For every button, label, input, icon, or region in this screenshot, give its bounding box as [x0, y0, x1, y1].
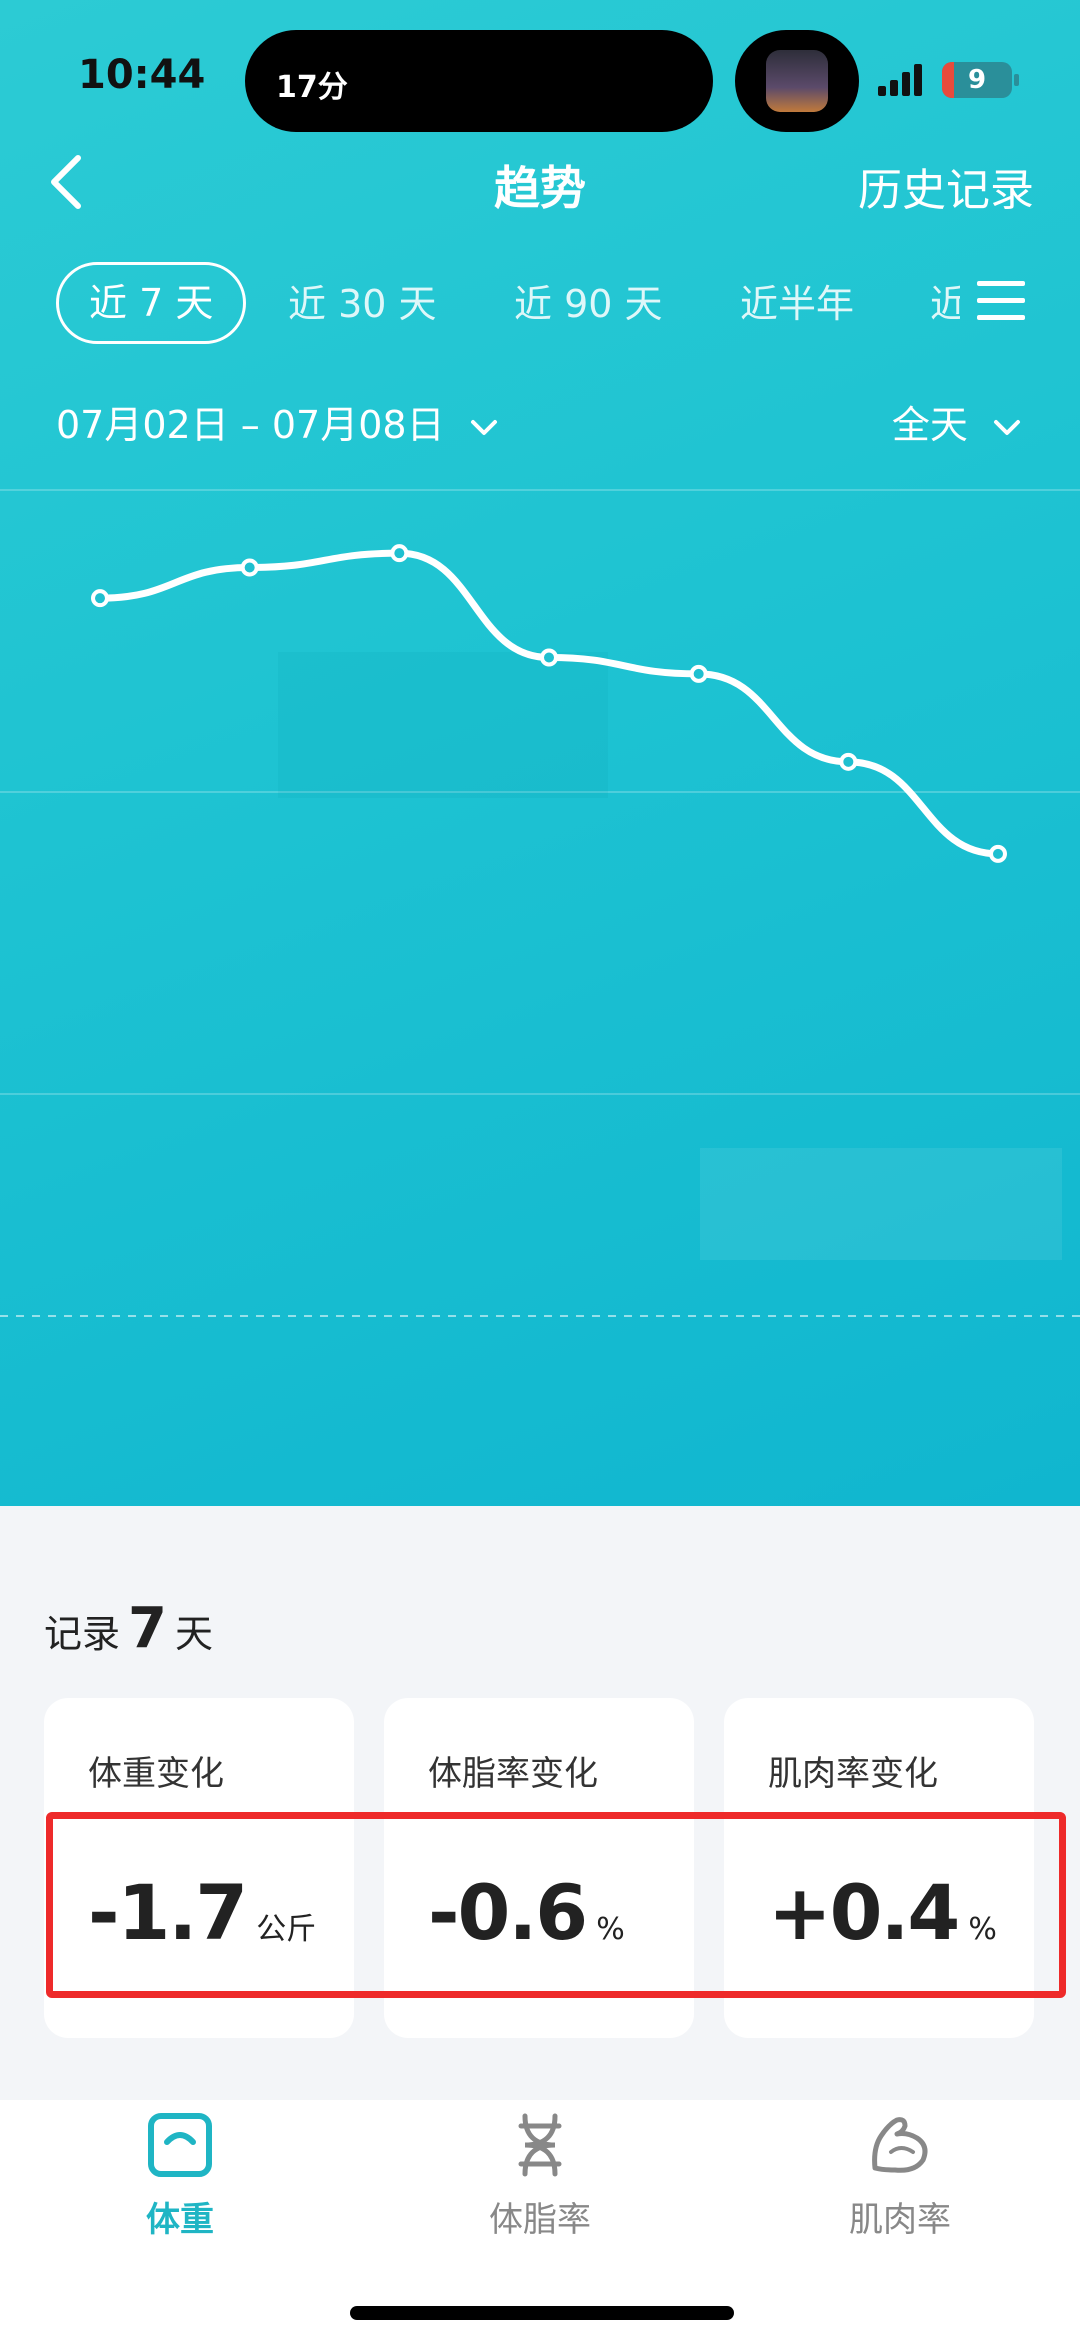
signal-icon [878, 64, 922, 96]
live-activity-thumbnail [766, 50, 828, 112]
card-label: 肌肉率变化 [768, 1754, 938, 1794]
status-time: 10:44 [78, 52, 206, 98]
data-point[interactable] [240, 558, 259, 577]
battery-level: 9 [967, 65, 987, 95]
tab-half-year[interactable]: 近半年 [740, 264, 854, 344]
scale-icon [148, 2113, 212, 2177]
chevron-down-icon [994, 419, 1020, 435]
nav-body-fat[interactable]: 体脂率 [440, 2112, 640, 2241]
menu-icon[interactable] [975, 275, 1027, 327]
redacted-area [278, 652, 608, 798]
time-filter-selector[interactable]: 全天 [892, 394, 1022, 449]
record-days-count: 7 [128, 1596, 167, 1661]
nav-weight-label: 体重 [146, 2200, 214, 2240]
tab-30-days[interactable]: 近 30 天 [288, 264, 437, 344]
tab-7-days[interactable]: 近 7 天 [56, 262, 247, 344]
nav-muscle[interactable]: 肌肉率 [800, 2112, 1000, 2241]
nav-body-fat-label: 体脂率 [489, 2200, 591, 2240]
nav-weight[interactable]: 体重 [80, 2112, 280, 2241]
battery-tip [1014, 74, 1019, 86]
red-highlight-annotation [46, 1812, 1066, 1998]
muscle-icon [872, 2117, 928, 2173]
record-days-summary: 记录 7 天 [44, 1596, 213, 1661]
data-point[interactable] [689, 664, 708, 683]
chevron-down-icon [470, 419, 497, 435]
weight-trend-chart [0, 489, 1080, 1317]
nav-muscle-label: 肌肉率 [849, 2200, 951, 2240]
card-label: 体重变化 [88, 1754, 224, 1794]
record-prefix: 记录 [44, 1612, 121, 1656]
card-label: 体脂率变化 [428, 1754, 598, 1794]
tab-overflow[interactable]: 近 [930, 264, 960, 344]
data-point[interactable] [989, 844, 1007, 863]
data-point[interactable] [540, 648, 558, 667]
tab-90-days[interactable]: 近 90 天 [514, 264, 663, 344]
data-point[interactable] [839, 752, 858, 771]
home-indicator [350, 2306, 734, 2320]
battery-icon: 9 [942, 62, 1012, 98]
record-suffix: 天 [174, 1612, 213, 1656]
data-point[interactable] [390, 544, 409, 563]
redacted-area [700, 1148, 1062, 1260]
data-point[interactable] [91, 589, 109, 608]
time-filter-text: 全天 [891, 403, 968, 447]
history-button[interactable]: 历史记录 [858, 154, 1034, 218]
date-range-text: 07月02日 – 07月08日 [56, 403, 445, 447]
island-timer-text: 17分 [276, 70, 348, 105]
dna-icon [518, 2113, 562, 2177]
date-range-selector[interactable]: 07月02日 – 07月08日 [56, 394, 499, 449]
